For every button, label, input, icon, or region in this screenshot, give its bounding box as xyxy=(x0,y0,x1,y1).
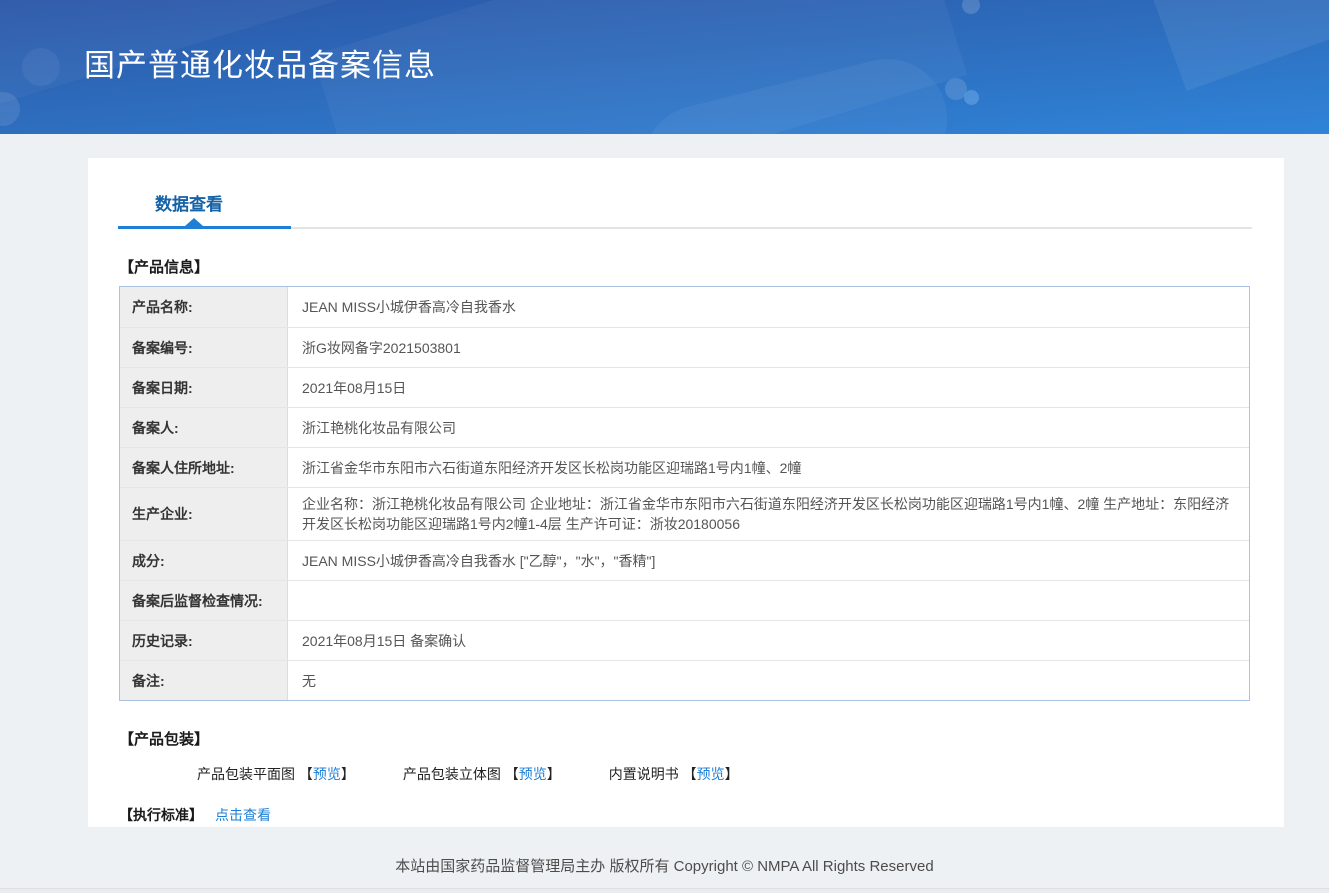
section-title-product-info: 【产品信息】 xyxy=(119,256,1250,277)
table-row: 备案编号:浙G妆网备字2021503801 xyxy=(120,327,1249,367)
row-label: 产品名称: xyxy=(120,287,288,327)
tab-data-view[interactable]: 数据查看 xyxy=(155,190,223,215)
row-value: 2021年08月15日 备案确认 xyxy=(288,621,1249,660)
footer-copyright: 本站由国家药品监督管理局主办 版权所有 Copyright © NMPA All… xyxy=(0,855,1329,876)
bracket-close: 】 xyxy=(341,766,355,782)
page-title: 国产普通化妆品备案信息 xyxy=(84,40,436,85)
row-label: 生产企业: xyxy=(120,488,288,540)
preview-link[interactable]: 预览 xyxy=(313,766,341,782)
bracket-close: 】 xyxy=(547,766,561,782)
decor-pill-shape xyxy=(630,46,960,134)
packaging-item: 产品包装立体图 【预览】 xyxy=(403,764,561,784)
tab-bar: 数据查看 xyxy=(88,158,1284,229)
table-row: 生产企业:企业名称：浙江艳桃化妆品有限公司 企业地址：浙江省金华市东阳市六石街道… xyxy=(120,487,1249,540)
product-info-table: 产品名称:JEAN MISS小城伊香高冷自我香水备案编号:浙G妆网备字20215… xyxy=(119,286,1250,701)
decor-corner-band xyxy=(1149,0,1329,91)
packaging-item-label: 内置说明书 xyxy=(609,766,683,782)
row-value xyxy=(288,581,1249,620)
decor-circle xyxy=(962,0,980,14)
table-row: 产品名称:JEAN MISS小城伊香高冷自我香水 xyxy=(120,287,1249,327)
bracket-open: 【 xyxy=(505,766,519,782)
row-label: 备案日期: xyxy=(120,368,288,407)
decor-circle xyxy=(22,48,60,86)
row-value: 无 xyxy=(288,661,1249,700)
row-value: 2021年08月15日 xyxy=(288,368,1249,407)
bracket-open: 【 xyxy=(683,766,697,782)
preview-link[interactable]: 预览 xyxy=(519,766,547,782)
decor-circle xyxy=(945,78,967,100)
tab-caret-icon xyxy=(185,218,203,226)
standard-row: 【执行标准】点击查看 xyxy=(119,805,1250,825)
preview-link[interactable]: 预览 xyxy=(697,766,725,782)
content-card: 数据查看 【产品信息】 产品名称:JEAN MISS小城伊香高冷自我香水备案编号… xyxy=(88,158,1284,827)
bracket-close: 】 xyxy=(725,766,739,782)
table-row: 备案人:浙江艳桃化妆品有限公司 xyxy=(120,407,1249,447)
card-content: 【产品信息】 产品名称:JEAN MISS小城伊香高冷自我香水备案编号:浙G妆网… xyxy=(88,256,1284,825)
decor-circle xyxy=(0,92,20,126)
packaging-item: 内置说明书 【预览】 xyxy=(609,764,739,784)
table-row: 备案后监督检查情况: xyxy=(120,580,1249,620)
decor-circle xyxy=(964,90,979,105)
row-value: JEAN MISS小城伊香高冷自我香水 xyxy=(288,287,1249,327)
tab-active-underline xyxy=(118,226,291,229)
row-label: 备注: xyxy=(120,661,288,700)
row-label: 历史记录: xyxy=(120,621,288,660)
row-value: 浙G妆网备字2021503801 xyxy=(288,328,1249,367)
row-value: 浙江省金华市东阳市六石街道东阳经济开发区长松岗功能区迎瑞路1号内1幢、2幢 xyxy=(288,448,1249,487)
header-banner: 国产普通化妆品备案信息 xyxy=(0,0,1329,134)
table-row: 备案人住所地址:浙江省金华市东阳市六石街道东阳经济开发区长松岗功能区迎瑞路1号内… xyxy=(120,447,1249,487)
row-label: 成分: xyxy=(120,541,288,580)
packaging-item-label: 产品包装平面图 xyxy=(197,766,299,782)
section-title-packaging: 【产品包装】 xyxy=(119,728,1250,749)
bottom-strip xyxy=(0,888,1329,893)
packaging-item-label: 产品包装立体图 xyxy=(403,766,505,782)
row-label: 备案人住所地址: xyxy=(120,448,288,487)
standard-label: 【执行标准】 xyxy=(119,807,203,823)
packaging-item: 产品包装平面图 【预览】 xyxy=(197,764,355,784)
table-row: 成分:JEAN MISS小城伊香高冷自我香水 ["乙醇"，"水"，"香精"] xyxy=(120,540,1249,580)
bracket-open: 【 xyxy=(299,766,313,782)
table-row: 历史记录:2021年08月15日 备案确认 xyxy=(120,620,1249,660)
table-row: 备注:无 xyxy=(120,660,1249,700)
row-label: 备案人: xyxy=(120,408,288,447)
row-value: JEAN MISS小城伊香高冷自我香水 ["乙醇"，"水"，"香精"] xyxy=(288,541,1249,580)
packaging-items: 产品包装平面图 【预览】产品包装立体图 【预览】内置说明书 【预览】 xyxy=(119,764,1250,784)
row-label: 备案后监督检查情况: xyxy=(120,581,288,620)
row-label: 备案编号: xyxy=(120,328,288,367)
row-value: 浙江艳桃化妆品有限公司 xyxy=(288,408,1249,447)
table-row: 备案日期:2021年08月15日 xyxy=(120,367,1249,407)
standard-view-link[interactable]: 点击查看 xyxy=(215,807,271,823)
row-value: 企业名称：浙江艳桃化妆品有限公司 企业地址：浙江省金华市东阳市六石街道东阳经济开… xyxy=(288,488,1249,540)
